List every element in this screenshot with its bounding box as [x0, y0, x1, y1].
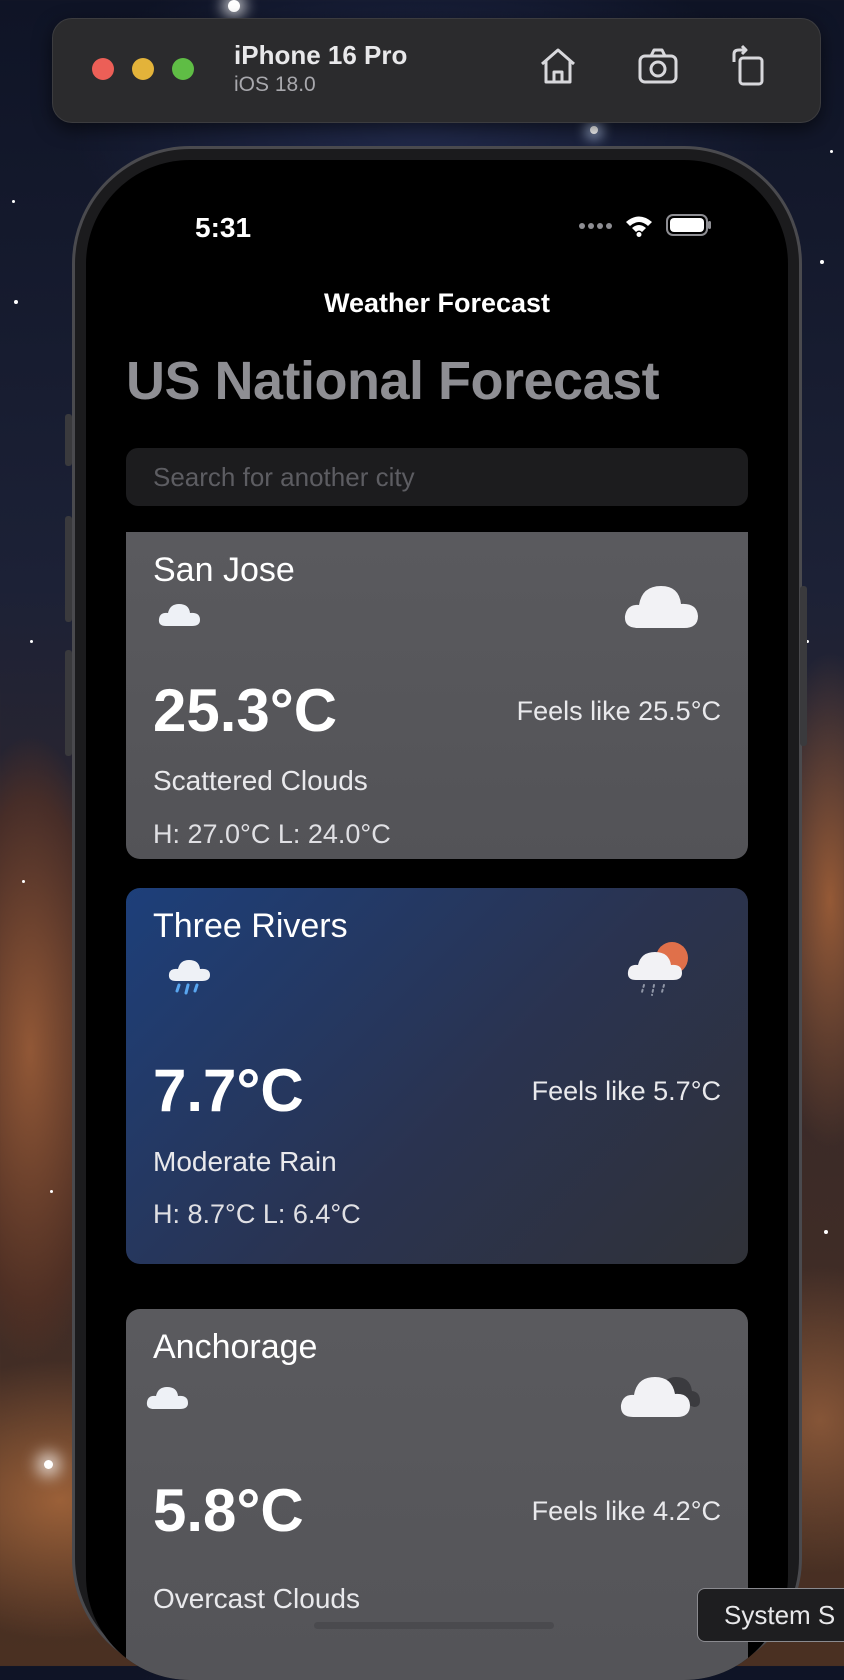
- status-icons: [578, 210, 712, 240]
- background-star: [590, 126, 598, 134]
- cloud-icon: [158, 604, 200, 626]
- city-card-three-rivers[interactable]: Three Rivers 7.7°C Feels like 5.7°C Mode…: [126, 888, 748, 1264]
- weather-description: Moderate Rain: [153, 1146, 337, 1177]
- feels-like: Feels like 5.7°C: [531, 1076, 721, 1106]
- weather-description: Scattered Clouds: [153, 765, 368, 796]
- home-indicator[interactable]: [314, 1622, 554, 1629]
- city-search-input[interactable]: [126, 448, 748, 506]
- high-low-temperature: H: 27.0°C L: 24.0°C: [153, 819, 391, 849]
- feels-like: Feels like 4.2°C: [531, 1496, 721, 1526]
- weather-description: Overcast Clouds: [153, 1583, 360, 1614]
- background-star: [44, 1460, 53, 1469]
- temperature: 7.7°C: [153, 1057, 304, 1124]
- minimize-window-button[interactable]: [132, 58, 154, 80]
- nav-title: Weather Forecast: [323, 288, 551, 318]
- temperature: 5.8°C: [153, 1477, 304, 1544]
- status-time: 5:31: [195, 212, 252, 243]
- background-star: [22, 880, 25, 883]
- background-star: [30, 640, 33, 643]
- city-name: San Jose: [153, 551, 295, 589]
- rotate-button[interactable]: [726, 44, 770, 88]
- temperature: 25.3°C: [153, 677, 338, 744]
- feels-like: Feels like 25.5°C: [516, 696, 721, 726]
- city-card-san-jose[interactable]: San Jose 25.3°C Feels like 25.5°C Scatte…: [126, 532, 748, 859]
- action-button[interactable]: [65, 414, 72, 466]
- os-version: iOS 18.0: [234, 73, 316, 96]
- battery-icon: [666, 214, 711, 236]
- overcast-cloud-icon: [620, 1377, 700, 1417]
- background-star: [12, 200, 15, 203]
- system-tooltip: System S: [697, 1588, 844, 1642]
- cloud-icon: [146, 1387, 188, 1409]
- device-name: iPhone 16 Pro: [234, 40, 408, 70]
- cloud-icon: [624, 586, 698, 628]
- home-button[interactable]: [536, 44, 580, 88]
- background-star: [824, 1230, 828, 1234]
- simulator-toolbar: [52, 18, 821, 123]
- background-star: [820, 260, 824, 264]
- city-name: Anchorage: [153, 1328, 318, 1366]
- screenshot-icon: [638, 48, 678, 84]
- rotate-icon: [732, 44, 764, 86]
- home-icon: [541, 48, 575, 84]
- background-star: [14, 300, 18, 304]
- volume-up-button[interactable]: [65, 516, 72, 622]
- high-low-temperature: H: 8.7°C L: 6.4°C: [153, 1199, 361, 1229]
- volume-down-button[interactable]: [65, 650, 72, 756]
- background-star: [50, 1190, 53, 1193]
- wifi-icon: [626, 216, 652, 237]
- rain-cloud-icon: [168, 960, 210, 995]
- cellular-signal-icon: [579, 223, 612, 229]
- city-name: Three Rivers: [153, 907, 348, 945]
- power-button[interactable]: [800, 586, 807, 746]
- background-star: [830, 150, 833, 153]
- page-title: US National Forecast: [126, 351, 660, 411]
- zoom-window-button[interactable]: [172, 58, 194, 80]
- background-star: [228, 0, 240, 12]
- device-screen: 5:31 Weather Forecast US National Foreca…: [86, 160, 788, 1680]
- screenshot-button[interactable]: [636, 44, 680, 88]
- close-window-button[interactable]: [92, 58, 114, 80]
- rain-sun-icon: [627, 942, 688, 996]
